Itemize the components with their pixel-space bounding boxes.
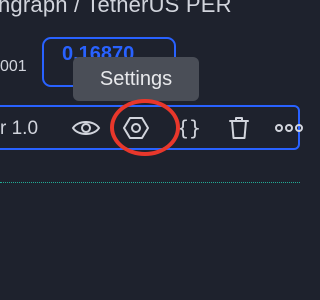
tooltip-text: Settings	[99, 67, 173, 90]
remove-button[interactable]	[222, 112, 256, 144]
more-icon	[275, 124, 303, 132]
chart-title: hgraph / TetherUS PER	[0, 0, 232, 17]
trash-icon	[229, 117, 249, 139]
braces-icon: {}	[176, 116, 202, 140]
price-step-label: 001	[0, 58, 27, 75]
gear-icon	[123, 117, 149, 139]
indicator-toolbar: r 1.0 {}	[0, 105, 303, 150]
settings-button[interactable]	[119, 112, 153, 144]
source-code-button[interactable]: {}	[172, 112, 206, 144]
settings-tooltip: Settings	[73, 57, 199, 101]
visibility-button[interactable]	[69, 112, 103, 144]
chart-title-bar: hgraph / TetherUS PER	[0, 0, 300, 26]
more-button[interactable]	[272, 112, 306, 144]
eye-icon	[71, 121, 101, 135]
plot-line	[0, 182, 300, 183]
indicator-label: r 1.0	[0, 118, 39, 139]
